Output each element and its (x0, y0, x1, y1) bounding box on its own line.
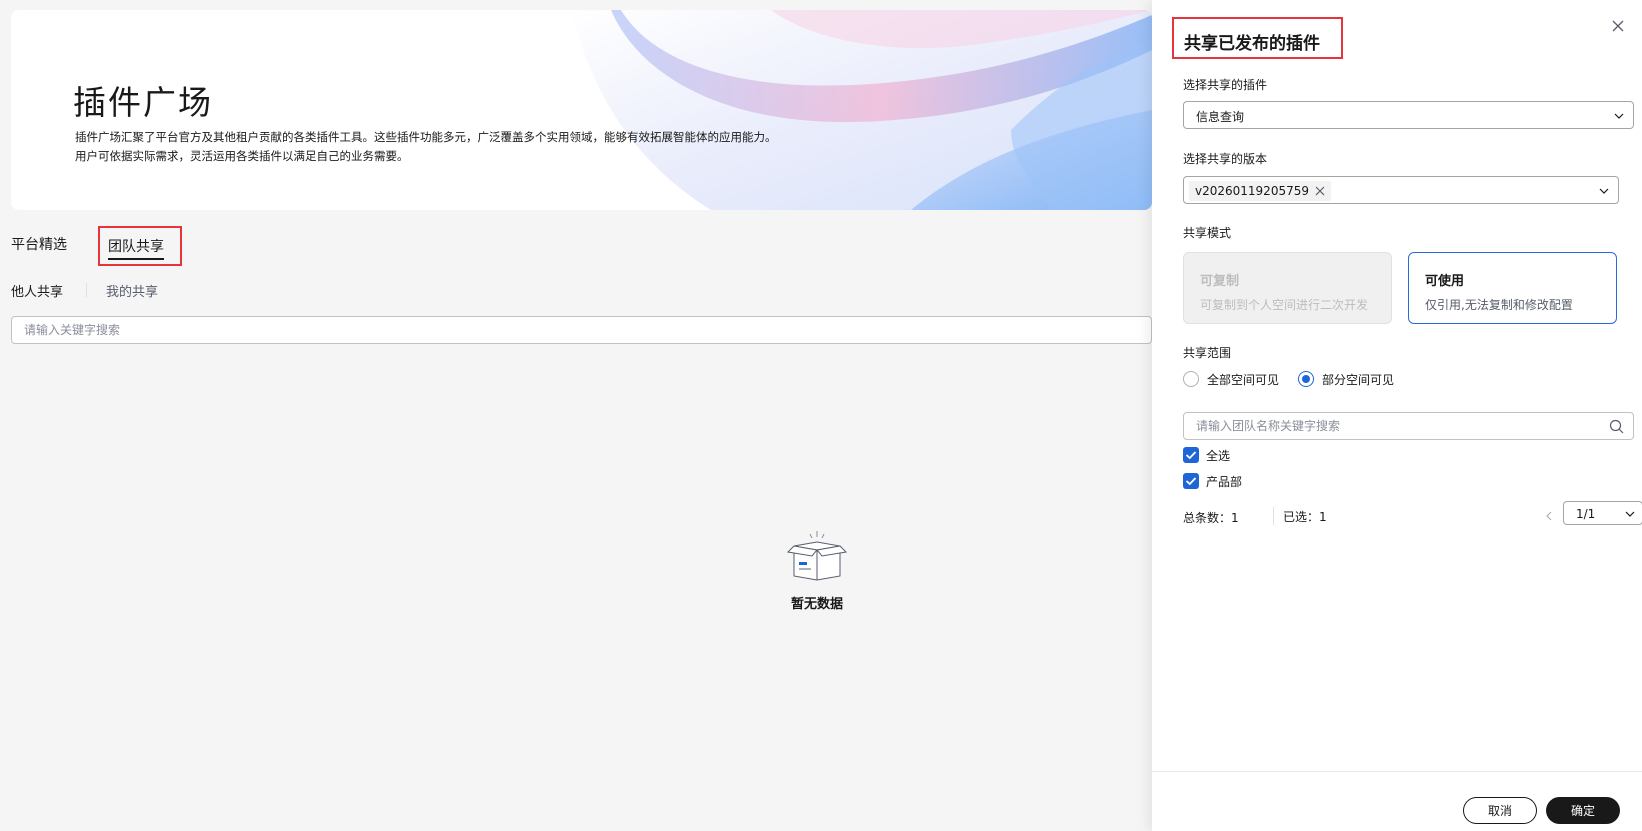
empty-box-icon (786, 531, 848, 581)
page-title: 插件广场 (73, 83, 213, 122)
mode-usable-title: 可使用 (1425, 274, 1465, 289)
share-scope-radio-group: 全部空间可见 部分空间可见 (1183, 370, 1483, 388)
cancel-button[interactable]: 取消 (1463, 797, 1537, 824)
plugin-select-label: 选择共享的插件 (1183, 78, 1268, 92)
check-icon (1185, 451, 1197, 460)
sub-tabs: 他人共享 我的共享 (11, 281, 311, 300)
description-line-2: 用户可依据实际需求，灵活运用各类插件以满足自己的业务需要。 (75, 149, 409, 163)
team-item-checkbox[interactable] (1183, 473, 1199, 489)
banner: 插件广场 插件广场汇聚了平台官方及其他租户贡献的各类插件工具。这些插件功能多元，… (11, 10, 1152, 210)
plugin-square-page: 插件广场 插件广场汇聚了平台官方及其他租户贡献的各类插件工具。这些插件功能多元，… (0, 0, 1152, 831)
mode-usable-desc: 仅引用,无法复制和修改配置 (1425, 298, 1573, 312)
remove-tag-icon[interactable] (1315, 186, 1325, 196)
active-tab-indicator (108, 258, 164, 260)
check-icon (1185, 477, 1197, 486)
mode-copyable-desc: 可复制到个人空间进行二次开发 (1200, 298, 1369, 312)
chevron-down-icon (1625, 511, 1635, 517)
total-count: 总条数：1 (1183, 511, 1239, 525)
plugin-select-value: 信息查询 (1196, 110, 1245, 124)
search-input[interactable] (11, 316, 1152, 344)
select-all-label: 全选 (1206, 449, 1231, 463)
plugin-select[interactable]: 信息查询 (1183, 101, 1634, 129)
pagination-bar: 总条数：1 已选：1 1/1 (1183, 501, 1642, 525)
empty-state: 暂无数据 (772, 528, 862, 612)
select-all-row: 全选 (1183, 446, 1383, 464)
team-search-input[interactable] (1185, 414, 1595, 438)
version-select[interactable]: v20260119205759 (1183, 176, 1619, 204)
confirm-button[interactable]: 确定 (1546, 797, 1620, 824)
tab-team-share[interactable]: 团队共享 (108, 236, 164, 256)
mode-card-usable[interactable]: 可使用 仅引用,无法复制和修改配置 (1408, 252, 1617, 324)
stats-divider (1273, 507, 1274, 525)
version-tag-label: v20260119205759 (1195, 184, 1309, 198)
page-description: 插件广场汇聚了平台官方及其他租户贡献的各类插件工具。这些插件功能多元，广泛覆盖多… (75, 128, 835, 166)
share-scope-label: 共享范围 (1183, 346, 1232, 360)
page-select-value: 1/1 (1576, 507, 1596, 521)
select-all-checkbox[interactable] (1183, 447, 1199, 463)
page-select[interactable]: 1/1 (1563, 501, 1642, 525)
share-mode-label: 共享模式 (1183, 226, 1232, 240)
subtab-others-share[interactable]: 他人共享 (11, 281, 63, 300)
highlight-box-drawer-title: 共享已发布的插件 (1172, 17, 1343, 59)
radio-all-spaces[interactable] (1183, 371, 1199, 387)
mode-card-copyable: 可复制 可复制到个人空间进行二次开发 (1183, 252, 1392, 324)
chevron-down-icon (1614, 113, 1624, 119)
radio-partial-spaces[interactable] (1298, 371, 1314, 387)
close-icon[interactable] (1610, 18, 1626, 34)
selected-count: 已选：1 (1283, 510, 1327, 524)
team-item-label: 产品部 (1206, 475, 1243, 489)
tab-platform-picks[interactable]: 平台精选 (11, 234, 81, 254)
highlight-box-team-tab: 团队共享 (98, 226, 182, 266)
chevron-down-icon (1599, 188, 1609, 194)
footer-divider (1152, 771, 1642, 772)
radio-partial-spaces-label: 部分空间可见 (1322, 373, 1395, 387)
search-icon[interactable] (1609, 419, 1624, 434)
team-item-row: 产品部 (1183, 472, 1383, 490)
drawer-title: 共享已发布的插件 (1184, 34, 1320, 54)
version-select-label: 选择共享的版本 (1183, 152, 1268, 166)
version-tag: v20260119205759 (1189, 181, 1331, 201)
subtab-my-share[interactable]: 我的共享 (106, 281, 158, 300)
share-plugin-drawer: 共享已发布的插件 选择共享的插件 信息查询 选择共享的版本 v202601192… (1152, 0, 1642, 831)
description-line-1: 插件广场汇聚了平台官方及其他租户贡献的各类插件工具。这些插件功能多元，广泛覆盖多… (75, 130, 777, 144)
empty-state-text: 暂无数据 (790, 597, 843, 612)
radio-all-spaces-label: 全部空间可见 (1207, 373, 1280, 387)
subtab-divider (86, 283, 87, 297)
chevron-left-icon[interactable] (1543, 510, 1555, 522)
team-search (1183, 412, 1634, 440)
mode-copyable-title: 可复制 (1200, 274, 1240, 289)
